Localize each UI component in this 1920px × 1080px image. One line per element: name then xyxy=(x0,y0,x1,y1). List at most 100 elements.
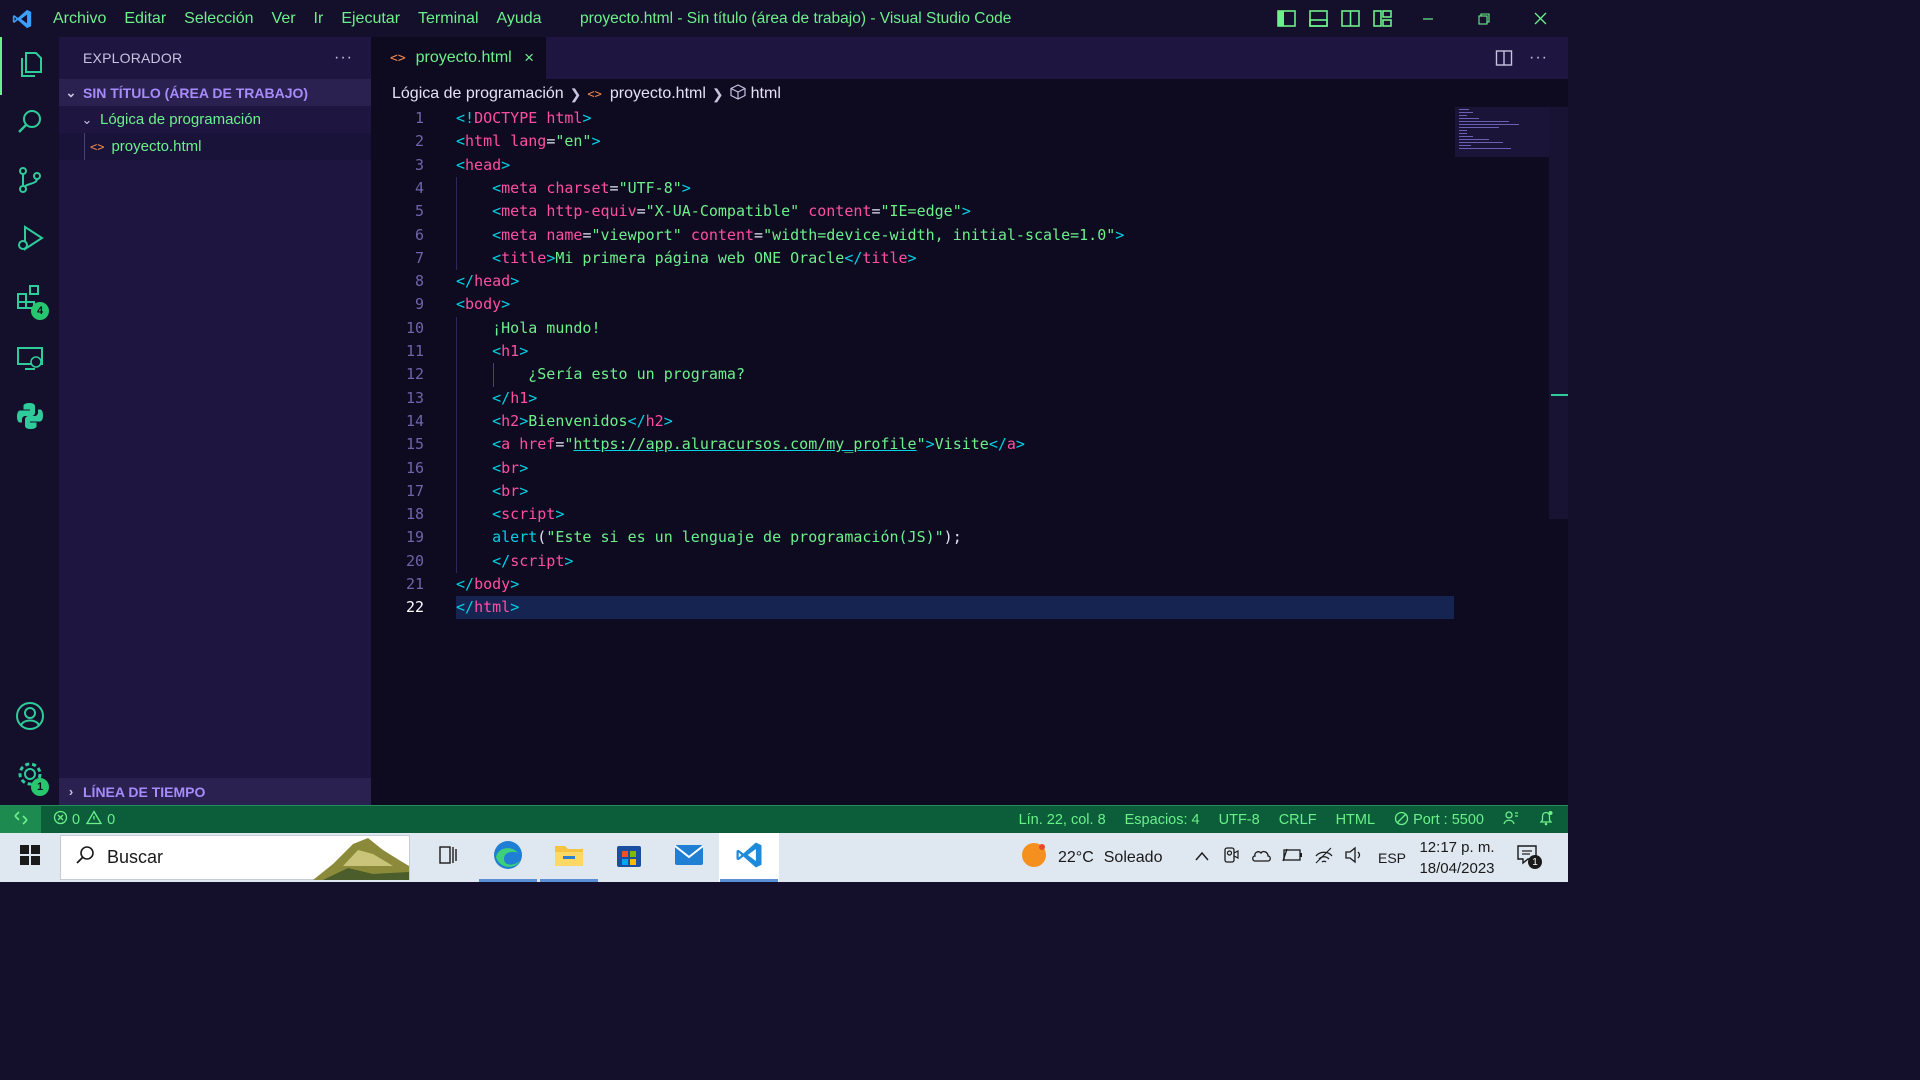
problems-indicator[interactable]: 0 0 xyxy=(53,810,115,829)
start-button[interactable] xyxy=(0,833,59,882)
restore-button[interactable] xyxy=(1456,0,1512,37)
toggle-sidebar-icon[interactable] xyxy=(1276,8,1297,29)
code-line[interactable]: 13 </h1> xyxy=(371,387,1568,410)
code-line[interactable]: 15 <a href="https://app.aluracursos.com/… xyxy=(371,433,1568,456)
menu-archivo[interactable]: Archivo xyxy=(44,0,115,37)
close-tab-icon[interactable]: × xyxy=(524,48,534,68)
manage-activity[interactable]: 1 xyxy=(0,747,59,805)
file-proyecto-html[interactable]: <> proyecto.html xyxy=(59,133,371,160)
workspace-section[interactable]: ⌄ SIN TÍTULO (ÁREA DE TRABAJO) xyxy=(59,79,371,106)
volume-icon[interactable] xyxy=(1344,846,1364,869)
language-mode[interactable]: HTML xyxy=(1336,812,1375,828)
code-line[interactable]: 3 <head> xyxy=(371,154,1568,177)
weather-widget[interactable]: 22°C Soleado xyxy=(1020,833,1162,882)
code-line[interactable]: 8 </head> xyxy=(371,270,1568,293)
code-token[interactable]: https://app.aluracursos.com/my_profile xyxy=(573,435,916,453)
line-number: 14 xyxy=(405,411,424,430)
split-editor-icon[interactable] xyxy=(1495,49,1513,72)
timeline-section[interactable]: › LÍNEA DE TIEMPO xyxy=(59,778,371,805)
taskbar-vscode[interactable] xyxy=(719,833,779,882)
code-line[interactable]: 20 </script> xyxy=(371,550,1568,573)
breadcrumb-folder[interactable]: Lógica de programación xyxy=(392,85,564,103)
source-control-activity[interactable] xyxy=(0,153,59,211)
menu-editar[interactable]: Editar xyxy=(115,0,175,37)
notifications-bell-icon[interactable] xyxy=(1538,810,1554,830)
code-token: content xyxy=(808,202,872,221)
code-line[interactable]: 22 </html> xyxy=(371,596,1568,619)
menu-ayuda[interactable]: Ayuda xyxy=(488,0,551,37)
tab-proyecto-html[interactable]: <> proyecto.html × xyxy=(371,37,546,79)
live-server-port[interactable]: Port : 5500 xyxy=(1394,811,1484,830)
code-line[interactable]: 11 <h1> xyxy=(371,340,1568,363)
code-token: "UTF-8" xyxy=(618,178,682,197)
extensions-activity[interactable]: 4 xyxy=(0,269,59,327)
more-actions-icon[interactable]: ··· xyxy=(1529,49,1548,72)
python-activity[interactable] xyxy=(0,389,59,447)
code-line[interactable]: 9 <body> xyxy=(371,293,1568,316)
toggle-secondary-sidebar-icon[interactable] xyxy=(1340,8,1361,29)
wifi-icon[interactable] xyxy=(1314,846,1334,869)
taskbar-store[interactable] xyxy=(599,833,659,882)
onedrive-icon[interactable] xyxy=(1250,847,1272,868)
run-debug-activity[interactable] xyxy=(0,211,59,269)
windows-logo-icon xyxy=(19,845,40,870)
menu-ir[interactable]: Ir xyxy=(305,0,333,37)
battery-icon[interactable] xyxy=(1282,847,1304,868)
code-line[interactable]: 14 <h2>Bienvenidos</h2> xyxy=(371,410,1568,433)
indentation[interactable]: Espacios: 4 xyxy=(1125,812,1200,828)
code-line[interactable]: 17 <br> xyxy=(371,480,1568,503)
menu-seleccion[interactable]: Selección xyxy=(175,0,262,37)
remote-indicator[interactable] xyxy=(0,805,41,834)
search-activity[interactable] xyxy=(0,95,59,153)
taskbar-edge[interactable] xyxy=(478,833,538,882)
feedback-icon[interactable] xyxy=(1503,810,1519,830)
toggle-panel-icon[interactable] xyxy=(1308,8,1329,29)
taskbar-mail[interactable] xyxy=(659,833,719,882)
close-window-button[interactable] xyxy=(1512,0,1568,37)
minimap[interactable] xyxy=(1455,107,1549,157)
code-line[interactable]: 16 <br> xyxy=(371,457,1568,480)
code-line[interactable]: 7 <title>Mi primera página web ONE Oracl… xyxy=(371,247,1568,270)
remote-explorer-activity[interactable] xyxy=(0,331,59,389)
code-line[interactable]: 21 </body> xyxy=(371,573,1568,596)
menu-ejecutar[interactable]: Ejecutar xyxy=(332,0,409,37)
code-line[interactable]: 5 <meta http-equiv="X-UA-Compatible" con… xyxy=(371,200,1568,223)
clock[interactable]: 12:17 p. m. 18/04/2023 xyxy=(1412,837,1502,879)
breadcrumb-symbol[interactable]: html xyxy=(751,85,781,103)
accounts-activity[interactable] xyxy=(0,689,59,747)
end-of-line[interactable]: CRLF xyxy=(1279,812,1317,828)
code-token: </ xyxy=(988,435,1007,454)
vertical-scrollbar[interactable] xyxy=(1549,107,1568,519)
menu-terminal[interactable]: Terminal xyxy=(409,0,487,37)
code-line[interactable]: 6 <meta name="viewport" content="width=d… xyxy=(371,224,1568,247)
cursor-position[interactable]: Lín. 22, col. 8 xyxy=(1019,812,1106,828)
code-token: < xyxy=(456,132,466,151)
code-line[interactable]: 12 ¿Sería esto un programa? xyxy=(371,363,1568,386)
breadcrumb-file[interactable]: proyecto.html xyxy=(610,85,706,103)
folder-logica-de-programacion[interactable]: ⌄ Lógica de programación xyxy=(59,106,371,133)
taskbar-file-explorer[interactable] xyxy=(539,833,599,882)
show-hidden-icons-icon[interactable] xyxy=(1194,849,1210,867)
code-line[interactable]: 2 <html lang="en"> xyxy=(371,130,1568,153)
files-icon xyxy=(16,49,46,84)
system-tray: ESP xyxy=(1194,833,1406,882)
input-language[interactable]: ESP xyxy=(1378,850,1406,866)
explorer-activity[interactable] xyxy=(0,37,59,95)
taskbar-search[interactable]: Buscar xyxy=(60,835,410,880)
notification-center-button[interactable]: 1 xyxy=(1516,833,1542,882)
code-line[interactable]: 18 <script> xyxy=(371,503,1568,526)
explorer-more-button[interactable]: ··· xyxy=(334,49,353,67)
code-line[interactable]: 19 alert("Este si es un lenguaje de prog… xyxy=(371,526,1568,549)
task-view-button[interactable] xyxy=(418,833,478,882)
extensions-badge: 4 xyxy=(31,302,49,320)
code-line[interactable]: 4 <meta charset="UTF-8"> xyxy=(371,177,1568,200)
minimize-button[interactable] xyxy=(1400,0,1456,37)
meet-now-icon[interactable] xyxy=(1222,846,1240,869)
customize-layout-icon[interactable] xyxy=(1372,8,1393,29)
encoding[interactable]: UTF-8 xyxy=(1219,812,1260,828)
code-line[interactable]: 10 ¡Hola mundo! xyxy=(371,317,1568,340)
menu-ver[interactable]: Ver xyxy=(263,0,305,37)
code-line[interactable]: 1 <!DOCTYPE html> xyxy=(371,107,1568,130)
